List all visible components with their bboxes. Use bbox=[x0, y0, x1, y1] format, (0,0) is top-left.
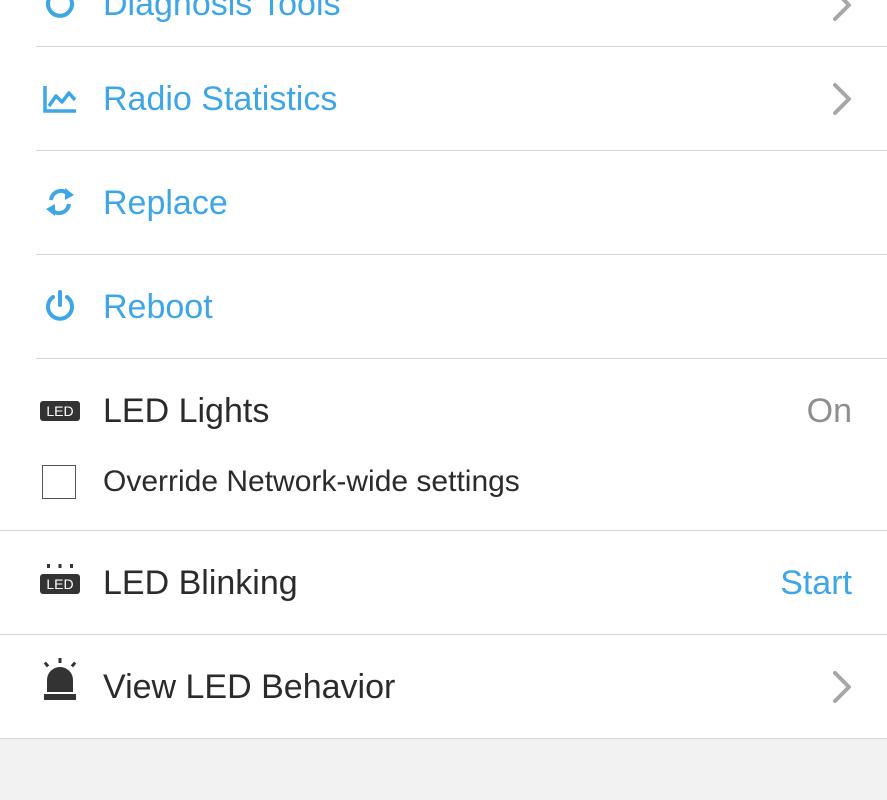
replace-row[interactable]: Replace bbox=[0, 151, 887, 254]
led-icon: LED bbox=[38, 389, 82, 433]
led-lights-label: LED Lights bbox=[103, 392, 270, 430]
chevron-right-icon bbox=[833, 671, 851, 703]
led-blinking-row: LED LED Blinking Start bbox=[0, 531, 887, 634]
chevron-right-icon bbox=[833, 83, 851, 115]
siren-icon bbox=[38, 658, 82, 703]
replace-icon bbox=[38, 180, 82, 224]
device-settings-list: Diagnosis Tools Radio Statistics Replace… bbox=[0, 0, 887, 739]
led-blinking-start-button[interactable]: Start bbox=[780, 563, 852, 603]
reboot-row[interactable]: Reboot bbox=[0, 255, 887, 358]
radio-statistics-row[interactable]: Radio Statistics bbox=[0, 47, 887, 150]
override-checkbox[interactable] bbox=[42, 465, 76, 499]
led-lights-row[interactable]: LED LED Lights On Override Network-wide … bbox=[0, 359, 887, 530]
diagnosis-tools-row[interactable]: Diagnosis Tools bbox=[0, 0, 887, 46]
chevron-right-icon bbox=[833, 0, 851, 21]
replace-label: Replace bbox=[103, 184, 228, 222]
view-led-behavior-label: View LED Behavior bbox=[103, 668, 396, 706]
reboot-label: Reboot bbox=[103, 288, 213, 326]
diagnosis-icon bbox=[38, 0, 82, 30]
override-label: Override Network-wide settings bbox=[103, 465, 520, 498]
led-lights-value: On bbox=[806, 392, 852, 430]
svg-text:LED: LED bbox=[46, 576, 73, 592]
led-blinking-icon: LED bbox=[38, 557, 82, 601]
radio-statistics-label: Radio Statistics bbox=[103, 80, 338, 118]
diagnosis-tools-label: Diagnosis Tools bbox=[103, 0, 341, 23]
line-chart-icon bbox=[38, 77, 82, 121]
power-icon bbox=[38, 284, 82, 328]
svg-text:LED: LED bbox=[46, 403, 73, 419]
view-led-behavior-row[interactable]: View LED Behavior bbox=[0, 635, 887, 738]
led-blinking-label: LED Blinking bbox=[103, 564, 298, 602]
